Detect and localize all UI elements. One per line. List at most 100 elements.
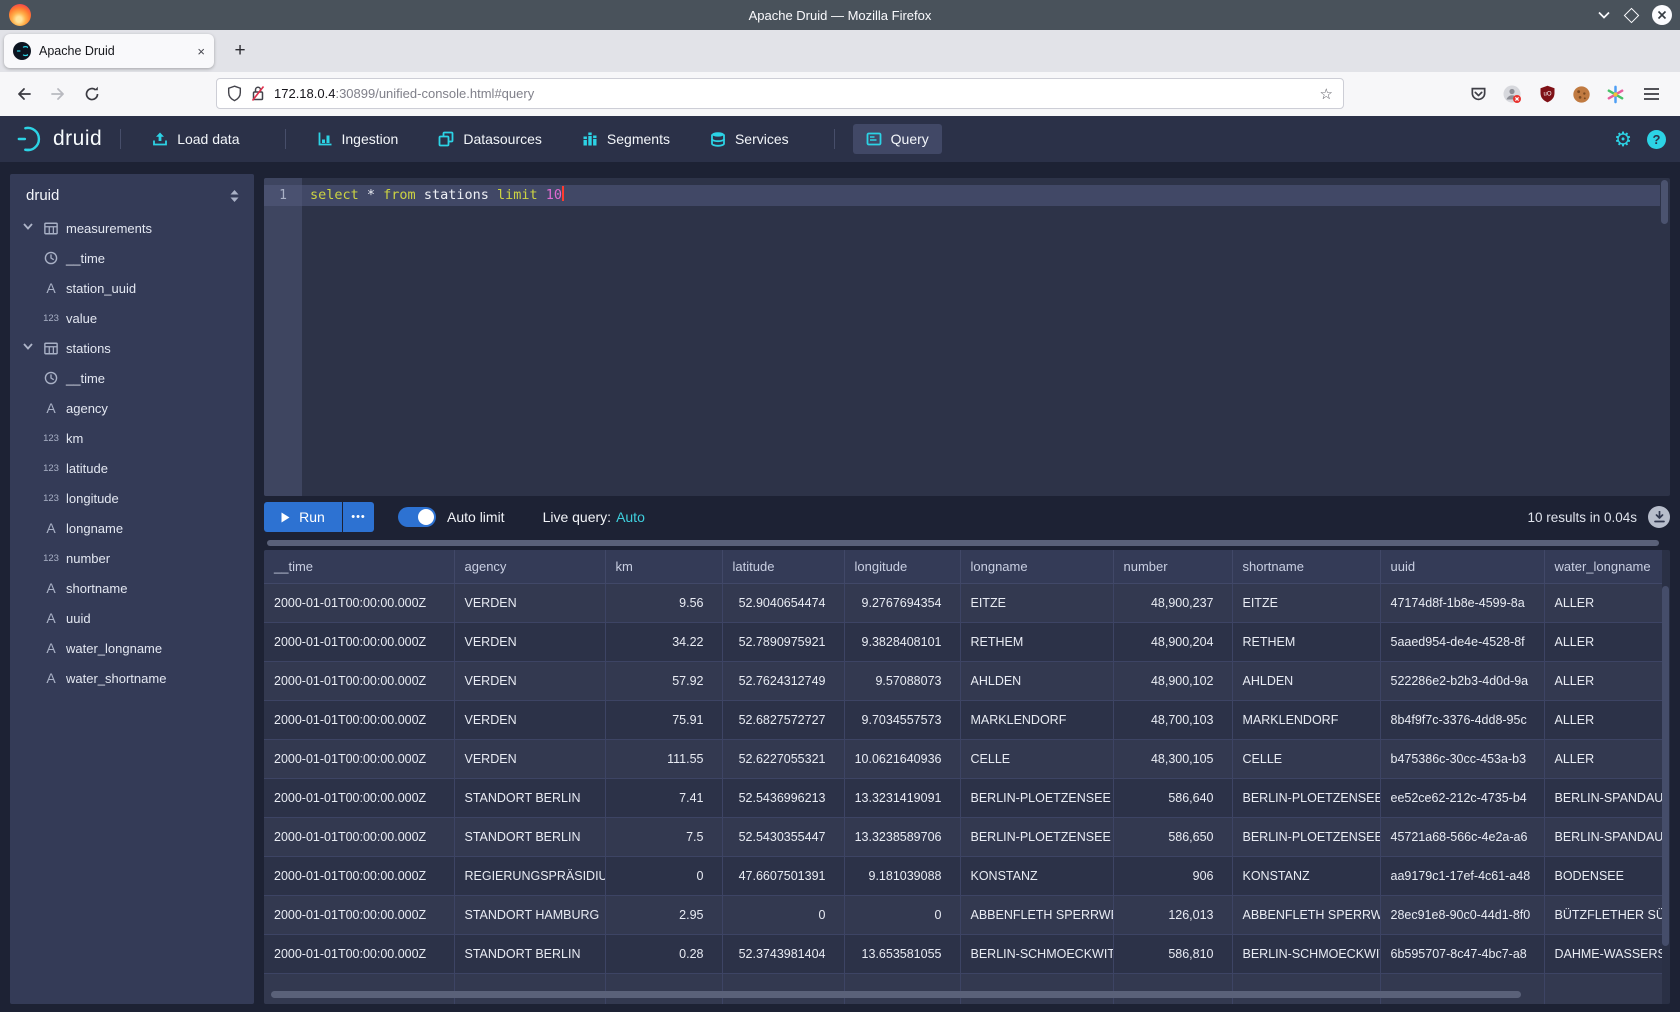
cell-longitude[interactable]: 9.3828408101 <box>844 622 960 661</box>
cell-longname[interactable]: BERLIN-PLOETZENSEE O <box>960 778 1113 817</box>
shield-icon[interactable] <box>227 85 242 102</box>
sidebar-table-stations[interactable]: stations <box>10 333 254 363</box>
cell-__time[interactable]: 2000-01-01T00:00:00.000Z <box>264 700 454 739</box>
cell-uuid[interactable]: aa9179c1-17ef-4c61-a48 <box>1380 856 1544 895</box>
chevron-down-icon[interactable] <box>23 343 33 350</box>
sidebar-column-longitude[interactable]: 123longitude <box>10 483 254 513</box>
cell-uuid[interactable]: ee52ce62-212c-4735-b4 <box>1380 778 1544 817</box>
cell-km[interactable]: 34.22 <box>605 622 722 661</box>
cell-number[interactable]: 48,900,237 <box>1113 583 1232 622</box>
cell-__time[interactable]: 2000-01-01T00:00:00.000Z <box>264 817 454 856</box>
pocket-icon[interactable] <box>1466 82 1490 106</box>
column-header-km[interactable]: km <box>605 550 722 583</box>
cell-uuid[interactable]: b475386c-30cc-453a-b3 <box>1380 739 1544 778</box>
cell-shortname[interactable]: MARKLENDORF <box>1232 700 1380 739</box>
tab-apache-druid[interactable]: Apache Druid × <box>4 34 214 68</box>
cell-uuid[interactable]: 522286e2-b2b3-4d0d-9a <box>1380 661 1544 700</box>
sidebar-table-measurements[interactable]: measurements <box>10 213 254 243</box>
nav-item-services[interactable]: Services <box>697 124 802 154</box>
cell-latitude[interactable]: 52.6827572727 <box>722 700 844 739</box>
sidebar-column-shortname[interactable]: Ashortname <box>10 573 254 603</box>
container-asterisk-icon[interactable] <box>1603 82 1627 106</box>
close-icon[interactable] <box>1652 5 1672 25</box>
run-button[interactable]: Run <box>264 502 342 532</box>
sidebar-column-water_shortname[interactable]: Awater_shortname <box>10 663 254 693</box>
cell-water_longname[interactable]: ALLER <box>1544 622 1662 661</box>
cell-number[interactable]: 586,810 <box>1113 934 1232 973</box>
cell-__time[interactable]: 2000-01-01T00:00:00.000Z <box>264 622 454 661</box>
cell-water_longname[interactable]: DAHME-WASSERSTRAS <box>1544 934 1662 973</box>
cell-__time[interactable]: 2000-01-01T00:00:00.000Z <box>264 739 454 778</box>
nav-item-ingestion[interactable]: Ingestion <box>304 124 412 154</box>
cell-longname[interactable]: EITZE <box>960 583 1113 622</box>
cell-latitude[interactable]: 52.7890975921 <box>722 622 844 661</box>
cell-shortname[interactable]: EITZE <box>1232 583 1380 622</box>
cell-km[interactable]: 7.5 <box>605 817 722 856</box>
cell-longname[interactable]: BERLIN-SCHMOECKWITZ <box>960 934 1113 973</box>
reload-icon[interactable] <box>80 82 104 106</box>
run-more-button[interactable]: ••• <box>343 502 374 532</box>
cell-shortname[interactable]: BERLIN-SCHMOECKWITZ <box>1232 934 1380 973</box>
sidebar-column-number[interactable]: 123number <box>10 543 254 573</box>
column-header-latitude[interactable]: latitude <box>722 550 844 583</box>
cell-longitude[interactable]: 9.57088073 <box>844 661 960 700</box>
cell-longitude[interactable]: 13.3238589706 <box>844 817 960 856</box>
cell-water_longname[interactable]: BERLIN-SPANDAUER-S <box>1544 817 1662 856</box>
forward-icon[interactable] <box>46 82 70 106</box>
cell-km[interactable]: 75.91 <box>605 700 722 739</box>
cell-agency[interactable]: REGIERUNGSPRÄSIDIUM <box>454 856 605 895</box>
cell-km[interactable]: 57.92 <box>605 661 722 700</box>
ublock-icon[interactable]: uO <box>1535 82 1559 106</box>
column-header-longname[interactable]: longname <box>960 550 1113 583</box>
cookie-icon[interactable] <box>1569 82 1593 106</box>
lock-insecure-icon[interactable] <box>251 85 265 102</box>
cell-longitude[interactable]: 0 <box>844 895 960 934</box>
cell-longitude[interactable]: 9.2767694354 <box>844 583 960 622</box>
cell-km[interactable]: 0 <box>605 856 722 895</box>
cell-longitude[interactable]: 10.0621640936 <box>844 739 960 778</box>
sidebar-column-agency[interactable]: Aagency <box>10 393 254 423</box>
cell-__time[interactable]: 2000-01-01T00:00:00.000Z <box>264 895 454 934</box>
cell-km[interactable]: 9.56 <box>605 583 722 622</box>
double-caret-sort-icon[interactable] <box>229 189 240 203</box>
sidebar-column-longname[interactable]: Alongname <box>10 513 254 543</box>
cell-longname[interactable]: KONSTANZ <box>960 856 1113 895</box>
cell-latitude[interactable]: 47.6607501391 <box>722 856 844 895</box>
download-icon[interactable] <box>1648 506 1670 528</box>
tab-close-icon[interactable]: × <box>197 45 205 58</box>
cell-agency[interactable]: VERDEN <box>454 583 605 622</box>
cell-agency[interactable]: VERDEN <box>454 622 605 661</box>
live-query-value[interactable]: Auto <box>616 509 645 525</box>
sidebar-column-value[interactable]: 123value <box>10 303 254 333</box>
cell-agency[interactable]: STANDORT BERLIN <box>454 934 605 973</box>
sidebar-column-latitude[interactable]: 123latitude <box>10 453 254 483</box>
nav-item-datasources[interactable]: Datasources <box>425 124 555 154</box>
sidebar-column-km[interactable]: 123km <box>10 423 254 453</box>
cell-longitude[interactable]: 13.3231419091 <box>844 778 960 817</box>
cell-agency[interactable]: VERDEN <box>454 739 605 778</box>
cell-water_longname[interactable]: BODENSEE <box>1544 856 1662 895</box>
sidebar-column-__time[interactable]: __time <box>10 243 254 273</box>
cell-longname[interactable]: MARKLENDORF <box>960 700 1113 739</box>
cell-number[interactable]: 586,640 <box>1113 778 1232 817</box>
cell-water_longname[interactable]: BERLIN-SPANDAUER-S <box>1544 778 1662 817</box>
menu-hamburger-icon[interactable] <box>1639 82 1663 106</box>
cell-number[interactable]: 48,300,105 <box>1113 739 1232 778</box>
cell-agency[interactable]: VERDEN <box>454 661 605 700</box>
cell-longitude[interactable]: 13.653581055 <box>844 934 960 973</box>
cell-__time[interactable]: 2000-01-01T00:00:00.000Z <box>264 934 454 973</box>
back-icon[interactable] <box>12 82 36 106</box>
cell-number[interactable]: 48,900,102 <box>1113 661 1232 700</box>
cell-latitude[interactable]: 0 <box>722 895 844 934</box>
minimize-icon[interactable] <box>1597 10 1611 20</box>
cell-km[interactable]: 0.28 <box>605 934 722 973</box>
cell-agency[interactable]: STANDORT BERLIN <box>454 817 605 856</box>
query-editor[interactable]: 1 select * from stations limit 10 <box>264 178 1670 496</box>
cell-uuid[interactable]: 8b4f9f7c-3376-4dd8-95c <box>1380 700 1544 739</box>
cell-latitude[interactable]: 52.7624312749 <box>722 661 844 700</box>
cell-water_longname[interactable]: ALLER <box>1544 661 1662 700</box>
bookmark-star-icon[interactable]: ☆ <box>1320 85 1333 103</box>
cell-latitude[interactable]: 52.3743981404 <box>722 934 844 973</box>
column-header-agency[interactable]: agency <box>454 550 605 583</box>
cell-number[interactable]: 906 <box>1113 856 1232 895</box>
